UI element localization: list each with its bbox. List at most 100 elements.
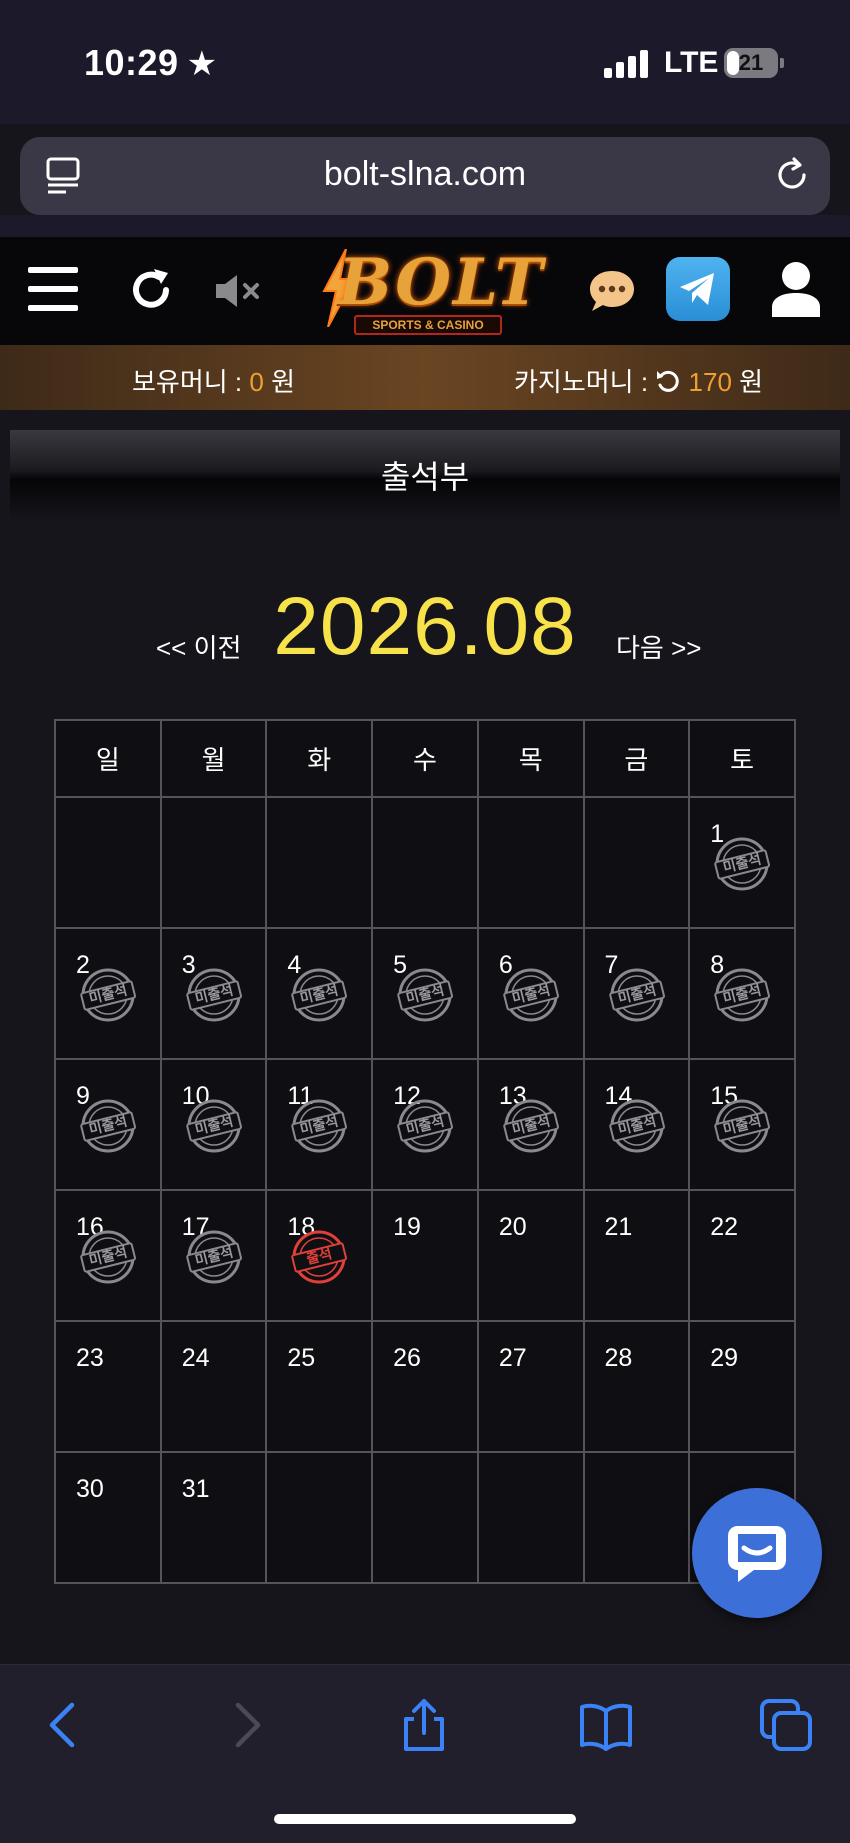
casino-refresh-icon[interactable] [655, 368, 681, 394]
missed-stamp-icon: 미출석 [714, 967, 771, 1023]
missed-stamp-icon: 미출석 [291, 967, 348, 1023]
day-cell[interactable]: 1 미출석 [688, 796, 796, 929]
weekday-header: 금 [582, 719, 691, 798]
day-cell[interactable]: 13 미출석 [476, 1058, 585, 1191]
day-cell[interactable]: 24 [159, 1320, 268, 1453]
day-number: 22 [710, 1213, 739, 1241]
day-cell[interactable]: 29 [688, 1320, 796, 1453]
day-cell[interactable]: 30 [54, 1451, 162, 1584]
missed-stamp-icon: 미출석 [608, 1098, 665, 1154]
share-icon[interactable] [396, 1697, 452, 1753]
menu-icon[interactable] [28, 267, 78, 311]
day-cell[interactable]: 23 [54, 1320, 162, 1453]
day-cell[interactable]: 5 미출석 [371, 927, 479, 1060]
chat-bubble-icon [728, 1526, 786, 1582]
site-logo[interactable]: BOLT SPORTS & CASINO [318, 245, 542, 337]
empty-day-cell [265, 1451, 374, 1584]
day-cell[interactable]: 4 미출석 [265, 927, 374, 1060]
empty-day-cell [371, 796, 479, 929]
next-month-link[interactable]: 다음 >> [616, 628, 701, 665]
star-icon: ★ [186, 45, 218, 83]
day-cell[interactable]: 8 미출석 [688, 927, 796, 1060]
empty-day-cell [159, 796, 268, 929]
day-number: 27 [498, 1344, 527, 1372]
day-number: 28 [604, 1344, 633, 1372]
day-cell[interactable]: 26 [371, 1320, 479, 1453]
missed-stamp-icon: 미출석 [291, 1098, 348, 1154]
status-time: 10:29 ★ [84, 42, 218, 83]
chat-icon[interactable] [588, 269, 636, 313]
day-cell[interactable]: 22 [688, 1189, 796, 1322]
empty-day-cell [582, 1451, 691, 1584]
current-month: 2026.08 [273, 581, 577, 672]
empty-day-cell [582, 796, 691, 929]
day-cell[interactable]: 19 [371, 1189, 479, 1322]
day-number: 24 [181, 1344, 210, 1372]
back-icon[interactable] [36, 1697, 92, 1753]
day-cell[interactable]: 12 미출석 [371, 1058, 479, 1191]
day-cell[interactable]: 14 미출석 [582, 1058, 691, 1191]
tabs-icon[interactable] [758, 1697, 814, 1753]
day-cell[interactable]: 17 미출석 [159, 1189, 268, 1322]
missed-stamp-icon: 미출석 [608, 967, 665, 1023]
day-cell[interactable]: 15 미출석 [688, 1058, 796, 1191]
forward-icon[interactable] [218, 1697, 274, 1753]
weekday-header: 목 [476, 719, 585, 798]
telegram-icon[interactable] [666, 257, 730, 321]
page-title: 출석부 [380, 459, 470, 495]
day-number: 23 [76, 1344, 104, 1372]
address-bar[interactable]: bolt-slna.com [20, 137, 830, 215]
day-cell[interactable]: 7 미출석 [582, 927, 691, 1060]
empty-day-cell [476, 796, 585, 929]
day-number: 26 [393, 1344, 421, 1372]
day-cell[interactable]: 28 [582, 1320, 691, 1453]
day-cell[interactable]: 11 미출석 [265, 1058, 374, 1191]
network-type: LTE [664, 46, 719, 79]
refresh-icon[interactable] [128, 267, 174, 313]
reload-icon[interactable] [772, 155, 812, 195]
battery-level: 21 [738, 50, 764, 75]
empty-day-cell [476, 1451, 585, 1584]
missed-stamp-icon: 미출석 [503, 1098, 559, 1154]
day-cell[interactable]: 6 미출석 [476, 927, 585, 1060]
calendar-week-row: 2 미출석 3 미출석 4 미출석 5 미출석 6 미출석 7 미출석 8 미출석 [54, 927, 796, 1060]
day-cell[interactable]: 10 미출석 [159, 1058, 268, 1191]
url-text[interactable]: bolt-slna.com [20, 155, 830, 194]
day-number: 31 [181, 1475, 210, 1503]
day-cell[interactable]: 20 [476, 1189, 585, 1322]
user-icon[interactable] [770, 261, 822, 317]
day-number: 29 [710, 1344, 739, 1372]
missed-stamp-icon: 미출석 [185, 967, 242, 1023]
day-cell[interactable]: 27 [476, 1320, 585, 1453]
day-cell[interactable]: 31 [159, 1451, 268, 1584]
calendar-week-row: 1 미출석 [54, 796, 796, 929]
missed-stamp-icon: 미출석 [80, 1229, 136, 1285]
day-number: 30 [76, 1475, 104, 1503]
day-cell[interactable]: 9 미출석 [54, 1058, 162, 1191]
missed-stamp-icon: 미출석 [80, 1098, 136, 1154]
weekday-header: 토 [688, 719, 796, 798]
day-cell[interactable]: 21 [582, 1189, 691, 1322]
site-header: BOLT SPORTS & CASINO [0, 237, 850, 345]
day-cell[interactable]: 2 미출석 [54, 927, 162, 1060]
empty-day-cell [54, 796, 162, 929]
bookmarks-icon[interactable] [578, 1697, 634, 1753]
weekday-header: 월 [159, 719, 268, 798]
day-cell[interactable]: 25 [265, 1320, 374, 1453]
empty-day-cell [265, 796, 374, 929]
day-cell[interactable]: 3 미출석 [159, 927, 268, 1060]
live-chat-button[interactable] [692, 1488, 822, 1618]
missed-stamp-icon: 미출석 [397, 967, 454, 1023]
missed-stamp-icon: 미출석 [503, 967, 559, 1023]
day-number: 20 [498, 1213, 527, 1241]
logo-text: BOLT [338, 245, 545, 320]
day-cell[interactable]: 16 미출석 [54, 1189, 162, 1322]
battery-icon: 21 [724, 48, 778, 78]
day-cell[interactable]: 18 출석 [265, 1189, 374, 1322]
missed-stamp-icon: 미출석 [185, 1229, 242, 1285]
calendar-week-row: 16 미출석 17 미출석 18 출석 19 20 21 22 [54, 1189, 796, 1322]
mute-icon[interactable] [214, 273, 262, 309]
missed-stamp-icon: 미출석 [185, 1098, 242, 1154]
casino-money-value: 170 [688, 367, 732, 397]
casino-money-display: 카지노머니 : 170 원 [514, 367, 764, 397]
